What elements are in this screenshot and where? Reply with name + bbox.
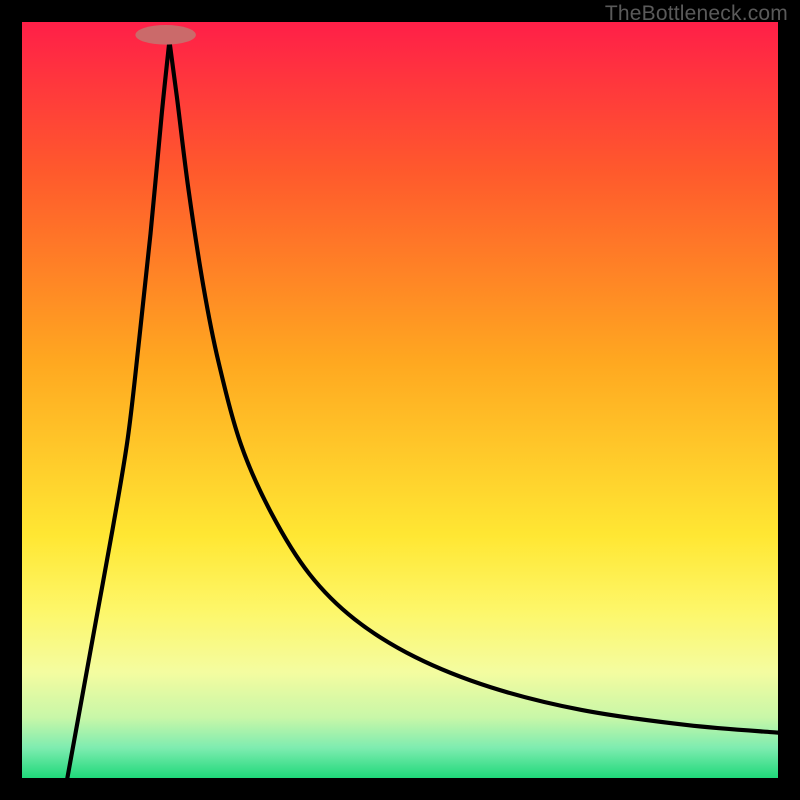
minimum-marker xyxy=(135,25,195,45)
bottleneck-chart xyxy=(22,22,778,778)
chart-frame: TheBottleneck.com xyxy=(0,0,800,800)
gradient-background xyxy=(22,22,778,778)
plot-area xyxy=(22,22,778,778)
